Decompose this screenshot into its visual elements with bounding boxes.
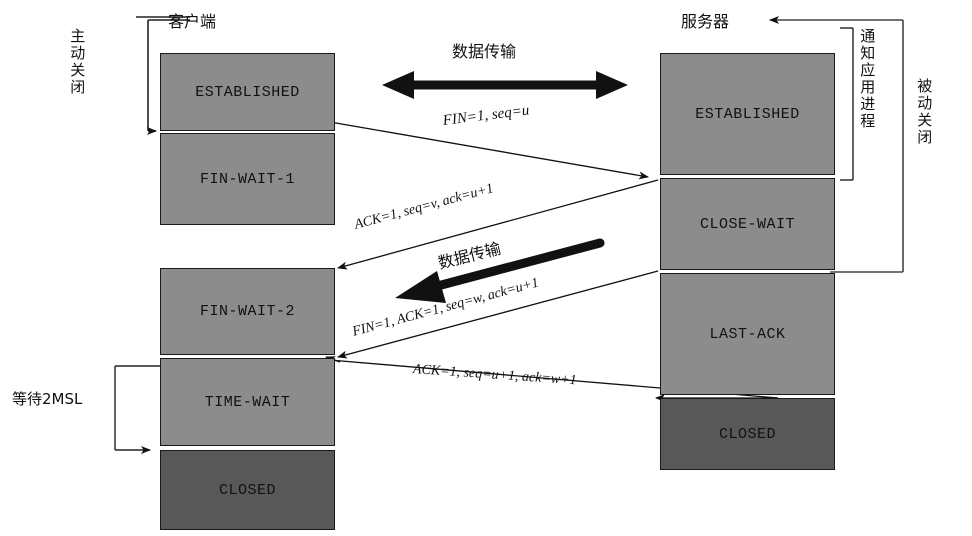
- message-arrow-fin-ack: [337, 270, 659, 359]
- client-state-closed: CLOSED: [160, 450, 335, 530]
- server-state-label: LAST-ACK: [709, 325, 786, 343]
- message-arrow-fin-1: [329, 121, 649, 180]
- data-transfer-arrow-top: [382, 71, 628, 99]
- server-state-last-ack: LAST-ACK: [660, 273, 835, 395]
- client-state-time-wait: TIME-WAIT: [160, 358, 335, 446]
- notify-app-label: 通知应用进程: [858, 28, 877, 130]
- server-state-label: CLOSE-WAIT: [699, 215, 795, 233]
- wait-2msl-label: 等待2MSL: [12, 390, 83, 408]
- server-title: 服务器: [681, 12, 730, 31]
- client-state-label: FIN-WAIT-1: [199, 170, 295, 188]
- client-state-label: FIN-WAIT-2: [199, 303, 295, 320]
- server-state-label: CLOSED: [718, 425, 776, 443]
- server-state-close-wait: CLOSE-WAIT: [660, 178, 835, 270]
- server-state-label: ESTABLISHED: [695, 105, 800, 123]
- server-state-closed: CLOSED: [660, 398, 835, 470]
- wait-2msl-bracket: [114, 365, 160, 454]
- client-state-fin-wait-2: FIN-WAIT-2: [160, 268, 335, 355]
- client-state-fin-wait-1: FIN-WAIT-1: [160, 133, 335, 225]
- client-state-label: ESTABLISHED: [195, 83, 300, 101]
- notify-app-bracket: [840, 27, 854, 181]
- data-transfer-label-top: 数据传输: [452, 42, 517, 61]
- client-title: 客户端: [168, 12, 217, 31]
- passive-close-label: 被动关闭: [915, 78, 934, 146]
- client-state-established: ESTABLISHED: [160, 53, 335, 131]
- client-state-label: TIME-WAIT: [204, 393, 291, 411]
- active-close-label: 主动关闭: [68, 28, 87, 96]
- tcp-termination-diagram: ESTABLISHED FIN-WAIT-1 FIN-WAIT-2 TIME-W…: [0, 0, 972, 536]
- client-state-label: CLOSED: [218, 481, 276, 499]
- server-state-established: ESTABLISHED: [660, 53, 835, 175]
